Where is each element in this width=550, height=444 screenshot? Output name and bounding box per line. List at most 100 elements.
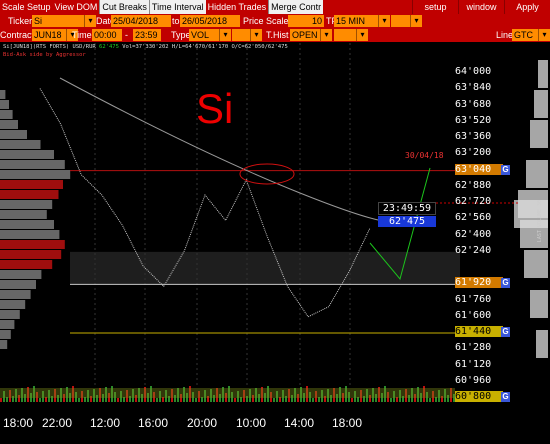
volume-profile-bar <box>0 90 6 99</box>
clock-box: 23:49:59 62'475 <box>378 202 436 227</box>
type-dropdown-icon[interactable]: ▾ <box>219 29 231 41</box>
volume-bar <box>156 398 158 402</box>
y-tick-label: 64'000 <box>455 66 492 78</box>
depth-profile-bar <box>526 160 548 188</box>
type2-dropdown-icon[interactable]: ▾ <box>250 29 262 41</box>
contract-bar: Contract JUN18 ▾ Time 00:00 - 23:59 Type… <box>0 28 550 42</box>
price-scale-label: Price Scale <box>243 16 289 26</box>
depth-profile-bar <box>530 290 548 318</box>
thist-dropdown-icon[interactable]: ▾ <box>320 29 332 41</box>
volume-profile-bar <box>0 150 54 159</box>
y-tick-label: 62'720 <box>455 196 492 208</box>
volume-profile-bar <box>0 210 47 219</box>
tab-view-dom[interactable]: View DOM <box>52 0 100 14</box>
volume-profile-bar <box>0 230 60 239</box>
y-tick-label: 61'280 <box>455 342 492 354</box>
volume-bar <box>429 398 431 402</box>
y-tick-label: 61'120 <box>455 358 492 370</box>
volume-profile-bar <box>0 260 53 269</box>
volume-bar <box>312 398 314 402</box>
volume-profile-bar <box>0 240 65 249</box>
apply-button[interactable]: Apply <box>504 0 550 14</box>
volume-profile-bar <box>0 250 62 259</box>
level-price-label: 61'440 <box>455 326 503 338</box>
x-tick-label: 18:00 <box>332 416 363 430</box>
volume-profile-bar <box>0 340 8 349</box>
top-tab-bar: Scale Setup View DOM Cut Breaks Time Int… <box>0 0 550 14</box>
tab-time-interval[interactable]: Time Interval <box>148 0 206 14</box>
level-g-button[interactable]: G <box>501 164 510 175</box>
ticker-dropdown-icon[interactable]: ▾ <box>84 15 96 27</box>
thist-field[interactable]: OPEN 2 <box>290 29 324 41</box>
volume-profile-bar <box>0 220 54 229</box>
timeframe-dropdown-icon[interactable]: ▾ <box>378 15 390 27</box>
window-button[interactable]: window <box>458 0 504 14</box>
tab-scale-setup[interactable]: Scale Setup <box>0 0 53 14</box>
ticker-label: Ticker <box>8 16 33 26</box>
line-label: Line <box>496 30 514 40</box>
setup-button[interactable]: setup <box>412 0 458 14</box>
contract-field[interactable]: JUN18 <box>32 29 66 41</box>
y-tick-label: 62'400 <box>455 228 492 240</box>
line-field[interactable]: GTC <box>512 29 538 41</box>
time-to-field[interactable]: 23:59 <box>133 29 161 41</box>
volume-profile-bar <box>0 130 27 139</box>
y-tick-label: 62'560 <box>455 212 492 224</box>
ticker-bar: Ticker Si ▾ Date 25/04/2018 to 26/05/201… <box>0 14 550 28</box>
stats-label: Vol=37'330'202 H/L=64'670/61'170 O/C=62'… <box>122 44 288 50</box>
volume-profile-bar <box>0 110 13 119</box>
y-tick-label: 62'880 <box>455 179 492 191</box>
volume-profile-bar <box>0 140 41 149</box>
x-tick-label: 18:00 <box>3 416 34 430</box>
volume-profile-bar <box>0 330 11 339</box>
volume-profile-bar <box>0 190 59 199</box>
volume-bar <box>195 398 197 402</box>
date-to-label: to <box>172 16 180 26</box>
tab-cut-breaks[interactable]: Cut Breaks <box>99 0 149 14</box>
tab-merge-contr[interactable]: Merge Contr <box>268 0 324 14</box>
volume-bar <box>351 398 353 402</box>
date-to-field[interactable]: 26/05/2018 <box>180 15 240 27</box>
volume-profile-bar <box>0 290 31 299</box>
y-tick-label: 63'840 <box>455 82 492 94</box>
price-scale-field[interactable]: 10 <box>288 15 324 27</box>
volume-bar <box>273 398 275 402</box>
level-price-label: 63'040 <box>455 163 503 175</box>
depth-profile-bar <box>534 90 548 118</box>
volume-profile-bar <box>0 120 18 129</box>
current-price-box: 62'475 <box>378 216 436 227</box>
volume-profile-bar <box>0 310 20 319</box>
highlight-ellipse <box>239 163 295 185</box>
ticker-field[interactable]: Si <box>32 15 84 27</box>
y-tick-label: 63'200 <box>455 147 492 159</box>
contract-label: Contract <box>0 30 35 40</box>
time-dash: - <box>125 30 128 40</box>
level-price-label: 61'920 <box>455 277 503 289</box>
depth-profile-bar <box>524 250 548 278</box>
aggressor-label: Bid-Ask side by Aggressor <box>3 52 86 58</box>
level-g-button[interactable]: G <box>501 392 510 402</box>
chart-header: Si[JUN18](RTS FORTS) USD/RUR 62'475 Vol=… <box>3 44 288 50</box>
depth-profile-bar <box>530 120 548 148</box>
depth-profile-bar <box>538 60 548 88</box>
y-tick-label: 63'360 <box>455 131 492 143</box>
last-price-label: 62'475 <box>99 44 119 50</box>
level-g-button[interactable]: G <box>501 327 510 338</box>
line-dropdown-icon[interactable]: ▾ <box>538 29 550 41</box>
date-from-field[interactable]: 25/04/2018 <box>111 15 171 27</box>
timeframe-field[interactable]: 15 MIN <box>334 15 378 27</box>
volume-profile-bar <box>0 280 36 289</box>
time-label: Time <box>72 30 92 40</box>
y-tick-label: 61'760 <box>455 293 492 305</box>
tab-hidden-trades[interactable]: Hidden Trades <box>205 0 269 14</box>
thist2-dropdown-icon[interactable]: ▾ <box>356 29 368 41</box>
time-from-field[interactable]: 00:00 <box>92 29 122 41</box>
type-field[interactable]: VOL <box>189 29 219 41</box>
volume-profile-bar <box>0 100 9 109</box>
volume-profile-bar <box>0 180 63 189</box>
level-g-button[interactable]: G <box>501 278 510 289</box>
volume-band <box>0 388 455 398</box>
date-annotation: 30/04/18 <box>405 151 444 160</box>
volume-bar <box>39 398 41 402</box>
extra-dropdown-icon[interactable]: ▾ <box>410 15 422 27</box>
